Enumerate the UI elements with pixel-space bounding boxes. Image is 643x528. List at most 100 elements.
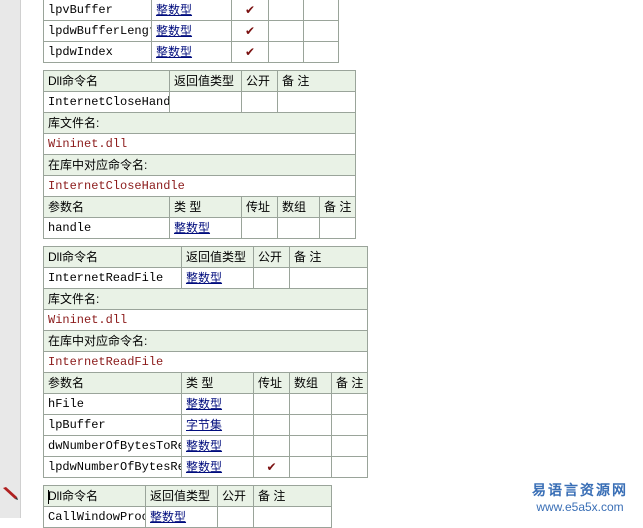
param-name[interactable]: lpdwBufferLength bbox=[43, 20, 152, 42]
array-cell[interactable] bbox=[289, 435, 332, 457]
byref-cell[interactable] bbox=[253, 414, 290, 436]
table-row[interactable]: handle 整数型 bbox=[43, 217, 356, 239]
header-row: 参数名 类 型 传址 数组 备 注 bbox=[43, 196, 356, 218]
array-cell[interactable] bbox=[268, 0, 304, 21]
array-cell[interactable] bbox=[277, 217, 320, 239]
param-type[interactable]: 整数型 bbox=[181, 456, 254, 478]
ret-type-value[interactable]: 整数型 bbox=[181, 267, 254, 289]
header-row: Dll命令名 返回值类型 公开 备 注 bbox=[43, 70, 356, 92]
param-name[interactable]: hFile bbox=[43, 393, 182, 415]
byref-check-icon[interactable]: ✔ bbox=[253, 456, 290, 478]
param-type[interactable]: 整数型 bbox=[151, 20, 232, 42]
table-row[interactable]: InternetReadFile bbox=[43, 351, 368, 373]
header-row: 参数名 类 型 传址 数组 备 注 bbox=[43, 372, 368, 394]
note-cell[interactable] bbox=[331, 393, 368, 415]
param-name[interactable]: handle bbox=[43, 217, 170, 239]
params-table-top: lpvBuffer 整数型 ✔ lpdwBufferLength 整数型 ✔ l… bbox=[43, 0, 339, 63]
public-header: 公开 bbox=[253, 246, 290, 268]
byref-check-icon[interactable]: ✔ bbox=[231, 20, 269, 42]
watermark-url: www.e5a5x.com bbox=[536, 500, 624, 514]
dll-cmd-header: Dll命令名 bbox=[43, 70, 170, 92]
header-row: Dll命令名 返回值类型 公开 备 注 bbox=[43, 485, 332, 507]
public-cell[interactable] bbox=[241, 91, 278, 113]
note-cell[interactable] bbox=[303, 20, 339, 42]
type-header: 类 型 bbox=[181, 372, 254, 394]
lib-cmd-header: 在库中对应命令名: bbox=[43, 330, 368, 352]
table-row[interactable]: lpdwNumberOfBytesRead 整数型 ✔ bbox=[43, 456, 368, 478]
param-type[interactable]: 整数型 bbox=[169, 217, 242, 239]
byref-cell[interactable] bbox=[241, 217, 278, 239]
table-row[interactable]: lpBuffer 字节集 bbox=[43, 414, 368, 436]
table-row[interactable]: InternetCloseHandle bbox=[43, 91, 356, 113]
dll-cmd-name[interactable]: CallWindowProcA bbox=[43, 506, 146, 528]
array-cell[interactable] bbox=[289, 456, 332, 478]
byref-check-icon[interactable]: ✔ bbox=[231, 0, 269, 21]
table-row[interactable]: lpvBuffer 整数型 ✔ bbox=[43, 0, 339, 21]
dll-command-table-internetreadfile: Dll命令名 返回值类型 公开 备 注 InternetReadFile 整数型… bbox=[43, 246, 368, 478]
note-cell[interactable] bbox=[253, 506, 332, 528]
ret-type-value[interactable] bbox=[169, 91, 242, 113]
public-header: 公开 bbox=[241, 70, 278, 92]
param-type[interactable]: 整数型 bbox=[151, 41, 232, 63]
note-cell[interactable] bbox=[331, 456, 368, 478]
header-row: Dll命令名 返回值类型 公开 备 注 bbox=[43, 246, 368, 268]
header-row: 库文件名: bbox=[43, 112, 356, 134]
lib-cmd-value[interactable]: InternetCloseHandle bbox=[43, 175, 356, 197]
param-name-header: 参数名 bbox=[43, 372, 182, 394]
table-row[interactable]: InternetCloseHandle bbox=[43, 175, 356, 197]
ret-type-header: 返回值类型 bbox=[169, 70, 242, 92]
param-name[interactable]: lpBuffer bbox=[43, 414, 182, 436]
param-name[interactable]: lpdwNumberOfBytesRead bbox=[43, 456, 182, 478]
lib-file-value[interactable]: Wininet.dll bbox=[43, 133, 356, 155]
ret-type-value[interactable]: 整数型 bbox=[145, 506, 218, 528]
lib-file-header: 库文件名: bbox=[43, 112, 356, 134]
param-type[interactable]: 整数型 bbox=[181, 435, 254, 457]
table-row[interactable]: InternetReadFile 整数型 bbox=[43, 267, 368, 289]
array-cell[interactable] bbox=[289, 393, 332, 415]
dll-cmd-header: Dll命令名 bbox=[43, 485, 146, 507]
param-name[interactable]: dwNumberOfBytesToRead bbox=[43, 435, 182, 457]
table-row[interactable]: hFile 整数型 bbox=[43, 393, 368, 415]
byref-cell[interactable] bbox=[253, 393, 290, 415]
param-type[interactable]: 字节集 bbox=[181, 414, 254, 436]
lib-file-value[interactable]: Wininet.dll bbox=[43, 309, 368, 331]
note-cell[interactable] bbox=[277, 91, 356, 113]
byref-cell[interactable] bbox=[253, 435, 290, 457]
lib-cmd-header: 在库中对应命令名: bbox=[43, 154, 356, 176]
param-type[interactable]: 整数型 bbox=[181, 393, 254, 415]
byref-check-icon[interactable]: ✔ bbox=[231, 41, 269, 63]
pencil-icon bbox=[3, 487, 18, 500]
ret-type-header: 返回值类型 bbox=[181, 246, 254, 268]
header-row: 在库中对应命令名: bbox=[43, 154, 356, 176]
note-header: 备 注 bbox=[277, 70, 356, 92]
table-row[interactable]: lpdwIndex 整数型 ✔ bbox=[43, 41, 339, 63]
note-header: 备 注 bbox=[331, 372, 368, 394]
public-cell[interactable] bbox=[253, 267, 290, 289]
table-row[interactable]: lpdwBufferLength 整数型 ✔ bbox=[43, 20, 339, 42]
array-cell[interactable] bbox=[268, 41, 304, 63]
note-cell[interactable] bbox=[303, 41, 339, 63]
watermark-logo: 易语言资源网 www.e5a5x.com bbox=[520, 480, 640, 518]
table-row[interactable]: CallWindowProcA 整数型 bbox=[43, 506, 332, 528]
param-name-header: 参数名 bbox=[43, 196, 170, 218]
dll-cmd-name[interactable]: InternetReadFile bbox=[43, 267, 182, 289]
note-cell[interactable] bbox=[319, 217, 356, 239]
table-row[interactable]: dwNumberOfBytesToRead 整数型 bbox=[43, 435, 368, 457]
array-cell[interactable] bbox=[268, 20, 304, 42]
param-type[interactable]: 整数型 bbox=[151, 0, 232, 21]
dll-cmd-name[interactable]: InternetCloseHandle bbox=[43, 91, 170, 113]
param-name[interactable]: lpdwIndex bbox=[43, 41, 152, 63]
table-row[interactable]: Wininet.dll bbox=[43, 133, 356, 155]
public-cell[interactable] bbox=[217, 506, 254, 528]
table-row[interactable]: Wininet.dll bbox=[43, 309, 368, 331]
note-cell[interactable] bbox=[289, 267, 368, 289]
param-name[interactable]: lpvBuffer bbox=[43, 0, 152, 21]
array-header: 数组 bbox=[277, 196, 320, 218]
note-cell[interactable] bbox=[331, 435, 368, 457]
array-cell[interactable] bbox=[289, 414, 332, 436]
note-cell[interactable] bbox=[303, 0, 339, 21]
lib-cmd-value[interactable]: InternetReadFile bbox=[43, 351, 368, 373]
dll-command-table-callwindowproca: Dll命令名 返回值类型 公开 备 注 CallWindowProcA 整数型 bbox=[43, 485, 332, 528]
note-cell[interactable] bbox=[331, 414, 368, 436]
dll-command-table-internetclosehandle: Dll命令名 返回值类型 公开 备 注 InternetCloseHandle … bbox=[43, 70, 356, 239]
